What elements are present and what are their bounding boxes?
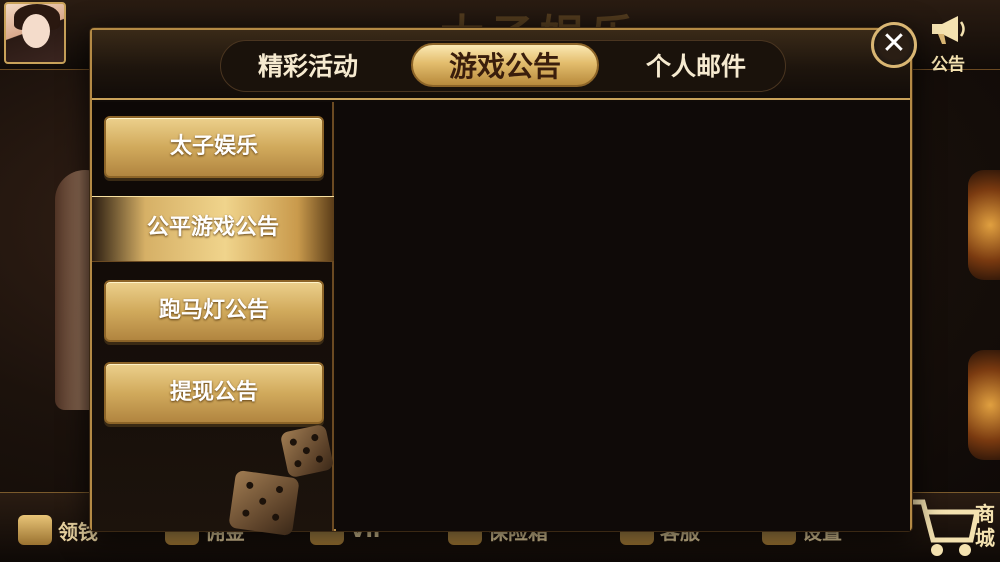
- announcement-button[interactable]: 公告: [920, 12, 976, 84]
- coins-icon: [18, 515, 52, 545]
- sidebar-item-withdraw[interactable]: 提现公告: [104, 362, 324, 424]
- player-avatar[interactable]: [4, 2, 66, 64]
- bottom-nav-collect[interactable]: 领钱: [18, 510, 98, 550]
- announcement-dialog: 精彩活动 游戏公告 个人邮件 ✕ 太子娱乐 公平游戏公告 跑马灯公告 提现公告: [90, 22, 917, 537]
- announcement-content-area: [336, 102, 910, 531]
- sidebar-item-taizi[interactable]: 太子娱乐: [104, 116, 324, 178]
- close-button[interactable]: ✕: [871, 22, 917, 68]
- sidebar-item-marquee[interactable]: 跑马灯公告: [104, 280, 324, 342]
- megaphone-icon: [932, 16, 965, 44]
- dialog-header: 精彩活动 游戏公告 个人邮件 ✕: [92, 22, 917, 100]
- announcement-sidebar: 太子娱乐 公平游戏公告 跑马灯公告 提现公告: [92, 102, 335, 537]
- dice-icon: [279, 423, 335, 479]
- tab-strip: 精彩活动 游戏公告 个人邮件: [220, 40, 786, 92]
- dice-icon: [228, 469, 300, 537]
- tab-game-announcements[interactable]: 游戏公告: [411, 43, 599, 87]
- side-banner-upper[interactable]: [968, 170, 1000, 280]
- side-banner-lower[interactable]: [968, 350, 1000, 460]
- tab-events[interactable]: 精彩活动: [233, 45, 383, 89]
- sidebar-item-fair-play[interactable]: 公平游戏公告: [92, 196, 334, 262]
- shop-label[interactable]: 商城: [975, 502, 997, 550]
- tab-personal-mail[interactable]: 个人邮件: [621, 45, 771, 89]
- announcement-label: 公告: [931, 55, 965, 75]
